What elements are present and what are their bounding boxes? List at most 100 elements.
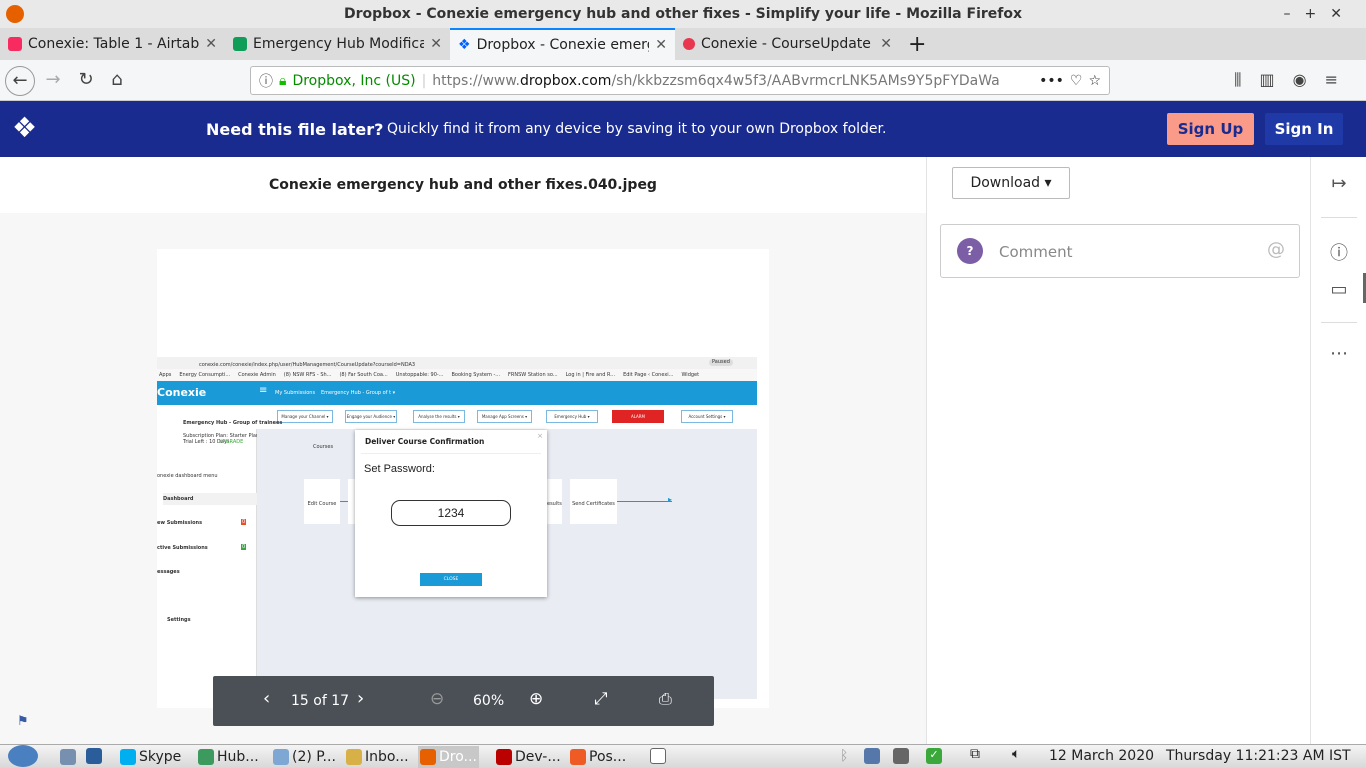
tab-strip: Conexie: Table 1 - Airtable ✕ Emergency H…: [0, 28, 1366, 60]
app-icon: [496, 749, 512, 765]
info-icon[interactable]: ⓘ: [1311, 239, 1366, 265]
app-icon: [198, 749, 214, 765]
app-icon: [346, 749, 362, 765]
confirmation-modal: Deliver Course Confirmation × Set Passwo…: [355, 430, 547, 597]
bookmark-item[interactable]: (8) Far South Coa...: [339, 369, 387, 381]
close-tab-icon[interactable]: ✕: [655, 37, 667, 53]
conexie-menu-button[interactable]: Emergency Hub ▾: [546, 410, 598, 423]
conexie-menu-button[interactable]: Account Settings ▾: [681, 410, 733, 423]
conexie-icon: [683, 38, 695, 50]
zoom-out-icon[interactable]: ⊖: [430, 689, 444, 709]
password-field[interactable]: 1234: [391, 500, 511, 526]
check-icon[interactable]: ✓: [926, 748, 942, 764]
bluetooth-icon[interactable]: ᛒ: [840, 748, 848, 764]
bookmark-item[interactable]: Unstoppable: 90-...: [396, 369, 444, 381]
modal-close-button[interactable]: CLOSE: [420, 573, 482, 586]
forward-icon[interactable]: →: [38, 66, 68, 96]
close-tab-icon[interactable]: ✕: [430, 36, 442, 52]
tab-conexie[interactable]: Conexie - CourseUpdate ✕: [675, 28, 900, 60]
bookmark-item[interactable]: Edit Page ‹ Conexi...: [623, 369, 673, 381]
close-tab-icon[interactable]: ✕: [205, 36, 217, 52]
tab-dropbox[interactable]: ❖Dropbox - Conexie emergency✕: [450, 28, 675, 60]
fullscreen-icon[interactable]: ⤢: [594, 689, 608, 709]
taskbar-item[interactable]: Dev-...: [494, 746, 563, 768]
chevron-down-icon: ▾: [1044, 175, 1052, 191]
reload-icon[interactable]: ↻: [71, 66, 101, 96]
tab-airtable[interactable]: Conexie: Table 1 - Airtable ✕: [0, 28, 225, 60]
sign-in-button[interactable]: Sign In: [1265, 113, 1343, 145]
conexie-menu-button[interactable]: Engage your Audience ▾: [345, 410, 397, 423]
update-icon[interactable]: [893, 748, 909, 764]
bookmark-item[interactable]: Widget: [681, 369, 699, 381]
minimize-button[interactable]: –: [1284, 6, 1305, 22]
taskbar-item[interactable]: Inbo...: [344, 746, 411, 768]
bookmark-item[interactable]: Log in | Fire and R...: [566, 369, 616, 381]
more-options-icon[interactable]: ⋯: [1311, 343, 1366, 364]
firefox-icon: [6, 5, 24, 23]
show-desktop-icon[interactable]: [60, 749, 76, 765]
close-tab-icon[interactable]: ✕: [880, 36, 892, 52]
back-icon[interactable]: ←: [5, 66, 35, 96]
previous-page-icon[interactable]: ‹: [263, 688, 270, 709]
account-icon[interactable]: ◉: [1293, 70, 1325, 89]
conexie-menu-button[interactable]: ALARM: [612, 410, 664, 423]
taskbar-item[interactable]: Hub...: [196, 746, 261, 768]
window-icon[interactable]: [650, 748, 666, 764]
comments-icon[interactable]: ▭: [1311, 279, 1366, 300]
bookmark-item[interactable]: Conexie Admin: [238, 369, 276, 381]
home-icon[interactable]: ⌂: [102, 66, 132, 96]
volume-icon[interactable]: 🔈︎: [1012, 746, 1020, 762]
bookmark-item[interactable]: Booking System -...: [451, 369, 500, 381]
sign-up-button[interactable]: Sign Up: [1167, 113, 1254, 145]
modal-title: Deliver Course Confirmation: [365, 437, 485, 446]
display-icon[interactable]: ⧉: [970, 746, 980, 762]
bookmark-item[interactable]: (8) NSW RFS - Sh...: [284, 369, 332, 381]
viewer-toolbar: ‹ 15 of 17 › ⊖ 60% ⊕ ⤢ ⎙: [213, 676, 714, 726]
bookmarks-bar: Apps Energy Consumpti... Conexie Admin (8) …: [157, 369, 757, 381]
info-icon[interactable]: ⓘ: [259, 71, 273, 91]
right-panel: Download ▾ ? Comment @: [926, 157, 1310, 744]
workspace-icon[interactable]: [86, 748, 102, 764]
conexie-menu-button[interactable]: Manage App Screens ▾: [477, 410, 532, 423]
comment-input[interactable]: ? Comment @: [940, 224, 1300, 278]
bookmark-star-icon[interactable]: ☆: [1088, 73, 1101, 89]
taskbar-item[interactable]: (2) P...: [271, 746, 338, 768]
close-button[interactable]: ✕: [1330, 6, 1356, 22]
taskbar-item[interactable]: Skype: [118, 746, 183, 768]
download-button[interactable]: Download ▾: [952, 167, 1070, 199]
zoom-level: 60%: [473, 693, 505, 709]
page-actions-icon[interactable]: •••: [1039, 73, 1064, 89]
taskbar-item[interactable]: Pos...: [568, 746, 628, 768]
window-title: Dropbox - Conexie emergency hub and othe…: [343, 6, 1023, 22]
bookmark-item[interactable]: FRNSW Station so...: [508, 369, 558, 381]
tab-sheets[interactable]: Emergency Hub Modifications✕: [225, 28, 450, 60]
collapse-panel-icon[interactable]: ↦: [1311, 173, 1366, 194]
dropbox-icon: ❖: [458, 37, 471, 53]
conexie-menu-button[interactable]: Manage your Channel ▾: [277, 410, 333, 423]
menu-icon[interactable]: ≡: [1325, 70, 1356, 89]
maximize-button[interactable]: +: [1305, 6, 1331, 22]
conexie-menu-button[interactable]: Analyse the results ▾: [413, 410, 465, 423]
bookmark-item[interactable]: Apps: [159, 369, 171, 381]
right-rail: ↦ ⓘ ▭ ⋯: [1310, 157, 1366, 744]
start-menu-icon[interactable]: [8, 745, 38, 767]
sheets-icon: [233, 37, 247, 51]
sidebar-icon[interactable]: ▥: [1260, 70, 1293, 89]
library-icon[interactable]: ⫼: [1234, 70, 1259, 89]
avatar: ?: [957, 238, 983, 264]
report-flag-icon[interactable]: ⚑: [17, 714, 29, 729]
banner-text: Quickly find it from any device by savin…: [387, 121, 887, 137]
next-page-icon[interactable]: ›: [357, 688, 364, 709]
pocket-icon[interactable]: ♡: [1070, 73, 1083, 89]
modal-close-icon[interactable]: ×: [537, 432, 543, 440]
zoom-in-icon[interactable]: ⊕: [529, 689, 543, 709]
url-bar[interactable]: ⓘ 🔒︎ Dropbox, Inc (US) | https://www.dro…: [250, 66, 1110, 95]
dropbox-logo-icon[interactable]: ❖: [12, 113, 37, 143]
taskbar-item[interactable]: Dro...: [418, 746, 479, 768]
network-icon[interactable]: [864, 748, 880, 764]
mention-icon[interactable]: @: [1267, 239, 1285, 260]
bookmark-item[interactable]: Energy Consumpti...: [179, 369, 230, 381]
new-tab-button[interactable]: +: [900, 28, 940, 60]
print-icon[interactable]: ⎙: [659, 689, 672, 709]
conexie-header: Conexie My Submissions Emergency Hub - G…: [157, 381, 757, 405]
